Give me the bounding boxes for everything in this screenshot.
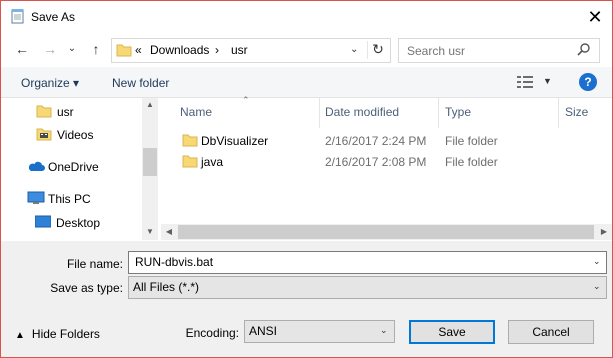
column-divider[interactable] xyxy=(558,98,559,128)
command-toolbar: Organize ▾ New folder ▼ ? xyxy=(1,67,612,98)
column-divider[interactable] xyxy=(319,98,320,128)
column-divider[interactable] xyxy=(438,98,439,128)
title-bar: Save As ✕ xyxy=(1,1,612,33)
sidebar-item-label: This PC xyxy=(48,192,91,206)
column-header-name[interactable]: Name xyxy=(180,105,212,119)
view-options-icon[interactable] xyxy=(517,75,535,92)
save-as-type-dropdown-icon[interactable]: ⌄ xyxy=(593,281,601,292)
computer-icon xyxy=(27,191,45,208)
table-row[interactable]: java 2/16/2017 2:08 PM File folder xyxy=(177,152,607,172)
desktop-icon xyxy=(34,215,52,232)
up-arrow-icon[interactable]: ↑ xyxy=(87,40,105,58)
address-bar[interactable]: « Downloads › usr ⌄ ↻ xyxy=(111,38,391,63)
breadcrumb-usr[interactable]: usr xyxy=(231,43,248,57)
save-as-type-select[interactable]: All Files (*.*) ⌄ xyxy=(128,276,607,299)
file-list: ⌃ Name Date modified Type Size DbVisuali… xyxy=(161,95,612,240)
cancel-button[interactable]: Cancel xyxy=(508,320,594,344)
encoding-label: Encoding: xyxy=(185,326,239,340)
scrollbar-thumb[interactable] xyxy=(178,225,594,239)
organize-menu[interactable]: Organize ▾ xyxy=(21,76,79,90)
file-name-dropdown-icon[interactable]: ⌄ xyxy=(593,256,601,267)
window-title: Save As xyxy=(31,10,76,24)
search-icon[interactable] xyxy=(577,42,591,59)
hide-folders-label: Hide Folders xyxy=(31,327,100,341)
folder-icon xyxy=(116,43,132,60)
file-date: 2/16/2017 2:24 PM xyxy=(325,134,427,148)
breadcrumb-overflow[interactable]: « xyxy=(135,43,142,57)
back-arrow-icon[interactable]: ← xyxy=(13,40,31,58)
search-box[interactable] xyxy=(398,38,600,63)
save-button[interactable]: Save xyxy=(409,320,495,344)
file-name-field[interactable]: ⌄ xyxy=(128,251,607,274)
scroll-up-icon[interactable]: ▲ xyxy=(142,98,158,112)
file-type: File folder xyxy=(445,155,498,169)
save-options-panel: File name: ⌄ Save as type: All Files (*.… xyxy=(1,241,612,357)
save-as-type-label: Save as type: xyxy=(50,281,123,295)
file-type: File folder xyxy=(445,134,498,148)
close-icon[interactable]: ✕ xyxy=(585,7,605,27)
videos-icon xyxy=(36,127,52,144)
sidebar-item-label: usr xyxy=(57,105,74,119)
encoding-dropdown-icon[interactable]: ⌄ xyxy=(380,325,388,336)
view-dropdown-icon[interactable]: ▼ xyxy=(543,76,552,86)
save-as-dialog: Save As ✕ ← → ⌄ ↑ « Downloads › usr ⌄ ↻ … xyxy=(0,0,613,358)
notepad-icon xyxy=(10,8,26,24)
chevron-up-icon: ▲ xyxy=(15,330,25,341)
sidebar-item-label: Videos xyxy=(57,128,94,142)
help-icon[interactable]: ? xyxy=(579,73,597,91)
hide-folders-button[interactable]: ▲ Hide Folders xyxy=(15,327,100,341)
onedrive-icon xyxy=(27,159,45,176)
address-dropdown-icon[interactable]: ⌄ xyxy=(350,44,358,55)
encoding-select[interactable]: ANSI ⌄ xyxy=(244,320,395,343)
sidebar-item-label: Desktop xyxy=(56,216,101,230)
column-header-date-modified[interactable]: Date modified xyxy=(325,105,399,119)
folder-icon xyxy=(182,133,198,150)
column-header-size[interactable]: Size xyxy=(565,105,588,119)
folder-icon xyxy=(182,154,198,171)
sort-ascending-icon: ⌃ xyxy=(242,95,250,105)
save-as-type-value: All Files (*.*) xyxy=(133,280,200,294)
scrollbar-thumb[interactable] xyxy=(143,148,157,176)
forward-arrow-icon[interactable]: → xyxy=(41,40,59,58)
navigation-pane: usr Videos OneDrive This PC Desktop xyxy=(1,98,158,240)
file-name-input[interactable] xyxy=(133,254,577,270)
folder-icon xyxy=(36,104,52,121)
scroll-down-icon[interactable]: ▼ xyxy=(142,225,158,239)
column-header-type[interactable]: Type xyxy=(445,105,471,119)
table-row[interactable]: DbVisualizer 2/16/2017 2:24 PM File fold… xyxy=(177,131,607,151)
file-name-label: File name: xyxy=(66,257,123,271)
file-name: java xyxy=(201,155,224,169)
new-folder-button[interactable]: New folder xyxy=(112,76,169,90)
refresh-icon[interactable]: ↻ xyxy=(367,41,388,59)
breadcrumb-downloads[interactable]: Downloads xyxy=(150,43,209,57)
breadcrumb-separator[interactable]: › xyxy=(215,43,219,57)
scroll-left-icon[interactable]: ◀ xyxy=(161,224,177,240)
encoding-value: ANSI xyxy=(249,324,278,338)
navigation-scrollbar[interactable]: ▲ ▼ xyxy=(142,98,158,240)
file-list-horizontal-scrollbar[interactable]: ◀ ▶ xyxy=(161,224,612,240)
file-date: 2/16/2017 2:08 PM xyxy=(325,155,427,169)
search-input[interactable] xyxy=(405,42,569,59)
scroll-right-icon[interactable]: ▶ xyxy=(596,224,612,240)
recent-locations-dropdown-icon[interactable]: ⌄ xyxy=(63,40,81,58)
file-name: DbVisualizer xyxy=(201,134,269,148)
sidebar-item-label: OneDrive xyxy=(48,160,99,174)
